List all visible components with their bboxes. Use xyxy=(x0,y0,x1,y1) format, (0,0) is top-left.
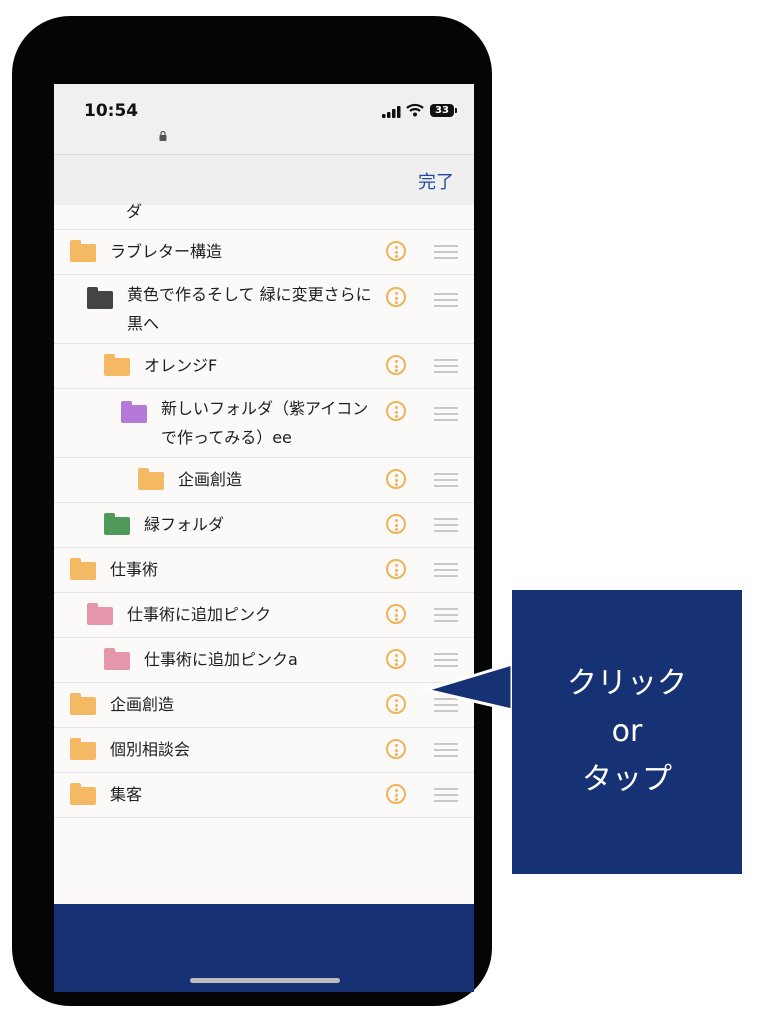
folder-icon xyxy=(104,513,130,535)
folder-label: ダ xyxy=(126,202,143,221)
more-options-icon[interactable] xyxy=(386,514,406,534)
more-options-icon[interactable] xyxy=(386,649,406,669)
more-options-icon[interactable] xyxy=(386,694,406,714)
folder-list: ダ ラブレター構造黄色で作るそして 緑に変更さらに黒へオレンジF 新しいフォルダ（… xyxy=(54,202,474,818)
home-indicator[interactable] xyxy=(190,978,340,983)
folder-icon xyxy=(138,468,164,490)
folder-row[interactable]: 新しいフォルダ（紫アイコンで作ってみる）ee xyxy=(54,389,474,458)
folder-label: 個別相談会 xyxy=(110,740,191,759)
bottom-bar xyxy=(54,904,474,992)
more-options-icon[interactable] xyxy=(386,559,406,579)
more-options-icon[interactable] xyxy=(386,241,406,261)
folder-row[interactable]: オレンジF xyxy=(54,344,474,389)
callout-box: クリック or タップ xyxy=(512,590,742,874)
folder-icon xyxy=(87,603,113,625)
folder-label: 仕事術に追加ピンクa xyxy=(144,650,298,669)
toolbar: 完了 xyxy=(54,155,474,205)
more-options-icon[interactable] xyxy=(386,604,406,624)
phone-frame: 10:54 33 完了 ダ ラブレター構造 黄色で作るそして 緑に変更さらに黒へ… xyxy=(12,16,492,1006)
wifi-icon xyxy=(406,103,424,117)
folder-icon xyxy=(70,738,96,760)
folder-icon xyxy=(70,558,96,580)
folder-icon xyxy=(70,783,96,805)
callout-pointer xyxy=(420,661,514,712)
folder-row[interactable]: 仕事術に追加ピンクa xyxy=(54,638,474,683)
folder-row[interactable]: ラブレター構造 xyxy=(54,230,474,275)
folder-row[interactable]: 仕事術に追加ピンク xyxy=(54,593,474,638)
folder-row[interactable]: 集客 xyxy=(54,773,474,818)
more-options-icon[interactable] xyxy=(386,469,406,489)
folder-label: 新しいフォルダ（紫アイコンで作ってみる）ee xyxy=(161,399,369,447)
signal-icon xyxy=(382,106,401,118)
drag-handle-icon[interactable] xyxy=(434,359,458,373)
more-options-icon[interactable] xyxy=(386,784,406,804)
folder-label: 集客 xyxy=(110,785,143,804)
callout-line-3: タップ xyxy=(582,762,672,797)
list-item[interactable]: ダ xyxy=(54,202,474,230)
drag-handle-icon[interactable] xyxy=(434,608,458,622)
more-options-icon[interactable] xyxy=(386,739,406,759)
folder-icon xyxy=(104,648,130,670)
drag-handle-icon[interactable] xyxy=(434,788,458,802)
callout-line-2: or xyxy=(611,714,643,749)
battery-icon: 33 xyxy=(430,104,454,117)
done-button[interactable]: 完了 xyxy=(418,168,454,194)
drag-handle-icon[interactable] xyxy=(434,407,458,421)
folder-icon xyxy=(121,401,147,423)
folder-label: 仕事術 xyxy=(110,560,159,579)
lock-icon xyxy=(159,131,167,141)
drag-handle-icon[interactable] xyxy=(434,245,458,259)
folder-icon xyxy=(104,354,130,376)
folder-label: 企画創造 xyxy=(110,695,175,714)
folder-label: ラブレター構造 xyxy=(110,242,223,261)
status-time: 10:54 xyxy=(84,101,139,121)
more-options-icon[interactable] xyxy=(386,355,406,375)
drag-handle-icon[interactable] xyxy=(434,473,458,487)
folder-row[interactable]: 黄色で作るそして 緑に変更さらに黒へ xyxy=(54,275,474,344)
folder-icon xyxy=(70,240,96,262)
folder-label: 仕事術に追加ピンク xyxy=(127,605,272,624)
drag-handle-icon[interactable] xyxy=(434,743,458,757)
drag-handle-icon[interactable] xyxy=(434,563,458,577)
status-bar: 10:54 33 xyxy=(54,84,474,155)
folder-icon xyxy=(70,693,96,715)
folder-label: 緑フォルダ xyxy=(144,515,225,534)
battery-tip xyxy=(455,108,457,113)
folder-label: 企画創造 xyxy=(178,470,243,489)
more-options-icon[interactable] xyxy=(386,401,406,421)
more-options-icon[interactable] xyxy=(386,287,406,307)
folder-row[interactable]: 企画創造 xyxy=(54,683,474,728)
folder-label: 黄色で作るそして 緑に変更さらに黒へ xyxy=(127,285,372,333)
folder-row[interactable]: 緑フォルダ xyxy=(54,503,474,548)
callout-line-1: クリック xyxy=(567,666,687,701)
folder-label: オレンジF xyxy=(144,356,218,375)
drag-handle-icon[interactable] xyxy=(434,518,458,532)
folder-icon xyxy=(87,287,113,309)
drag-handle-icon[interactable] xyxy=(434,293,458,307)
folder-row[interactable]: 企画創造 xyxy=(54,458,474,503)
phone-screen: 10:54 33 完了 ダ ラブレター構造 黄色で作るそして 緑に変更さらに黒へ… xyxy=(54,84,474,992)
folder-row[interactable]: 仕事術 xyxy=(54,548,474,593)
folder-row[interactable]: 個別相談会 xyxy=(54,728,474,773)
